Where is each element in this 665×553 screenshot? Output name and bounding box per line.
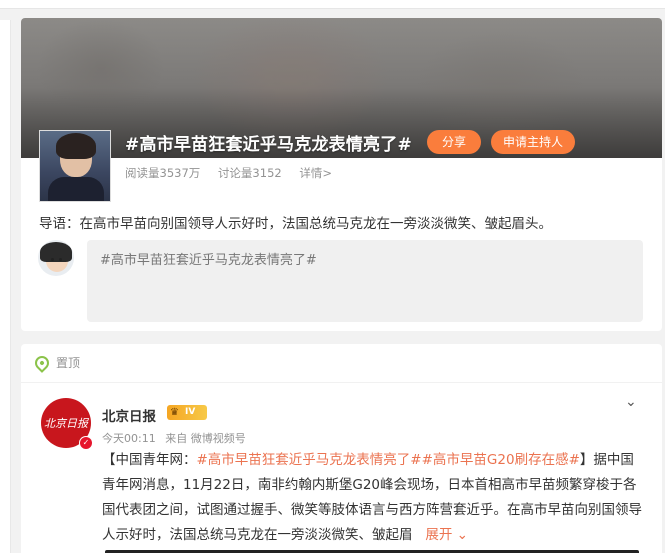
author-name[interactable]: 北京日报 [102, 405, 156, 425]
post-body: 【中国青年网：#高市早苗狂套近乎马克龙表情亮了##高市早苗G20刷存在感#】据中… [102, 448, 642, 548]
level-label: IV [185, 407, 196, 417]
body-prefix: 【中国青年网： [102, 452, 197, 468]
apply-host-button[interactable]: 申请主持人 [491, 130, 575, 154]
user-avatar[interactable] [38, 240, 74, 276]
crown-icon: ♛ [170, 407, 179, 418]
post-meta: 今天00:11 来自 微博视频号 [102, 430, 252, 446]
post-time[interactable]: 今天00:11 [102, 432, 156, 445]
topic-intro: 导语：在高市早苗向别国领导人示好时，法国总统马克龙在一旁淡淡微笑、皱起眉头。 [39, 216, 552, 232]
topic-avatar-image[interactable] [39, 130, 111, 202]
divider [21, 382, 662, 383]
top-bar [0, 0, 665, 9]
verified-badge-icon [79, 436, 93, 450]
read-count: 阅读量3537万 [125, 166, 201, 180]
topic-card: #高市早苗狂套近乎马克龙表情亮了# 分享 申请主持人 阅读量3537万 讨论量3… [21, 18, 662, 331]
hashtag-link[interactable]: #高市早苗G20刷存在感# [422, 452, 580, 468]
pinned-row: 置顶 [32, 352, 81, 373]
topic-title: #高市早苗狂套近乎马克龙表情亮了# [125, 135, 412, 155]
discussion-count: 讨论量3152 [217, 166, 282, 180]
topic-stats: 阅读量3537万 讨论量3152 详情> [125, 165, 346, 181]
pinned-label: 置顶 [56, 356, 81, 370]
post-card: 置顶 北京日报 北京日报 ♛ IV 今天00:11 来自 微博视频号 ⌄ 【中国… [21, 344, 662, 553]
expand-link[interactable]: 展开 ⌄ [425, 527, 468, 543]
level-badge: ♛ IV [167, 405, 207, 420]
details-link[interactable]: 详情> [299, 166, 332, 180]
chevron-down-icon: ⌄ [452, 527, 468, 543]
hashtag-link[interactable]: #高市早苗狂套近乎马克龙表情亮了# [197, 452, 422, 468]
location-pin-icon [32, 352, 52, 373]
chevron-down-icon[interactable]: ⌄ [625, 394, 637, 410]
share-button[interactable]: 分享 [427, 130, 481, 154]
left-sidebar-edge [0, 20, 11, 553]
expand-label: 展开 [425, 527, 453, 543]
post-source: 来自 微博视频号 [165, 432, 246, 445]
compose-input[interactable]: #高市早苗狂套近乎马克龙表情亮了# [87, 240, 643, 322]
